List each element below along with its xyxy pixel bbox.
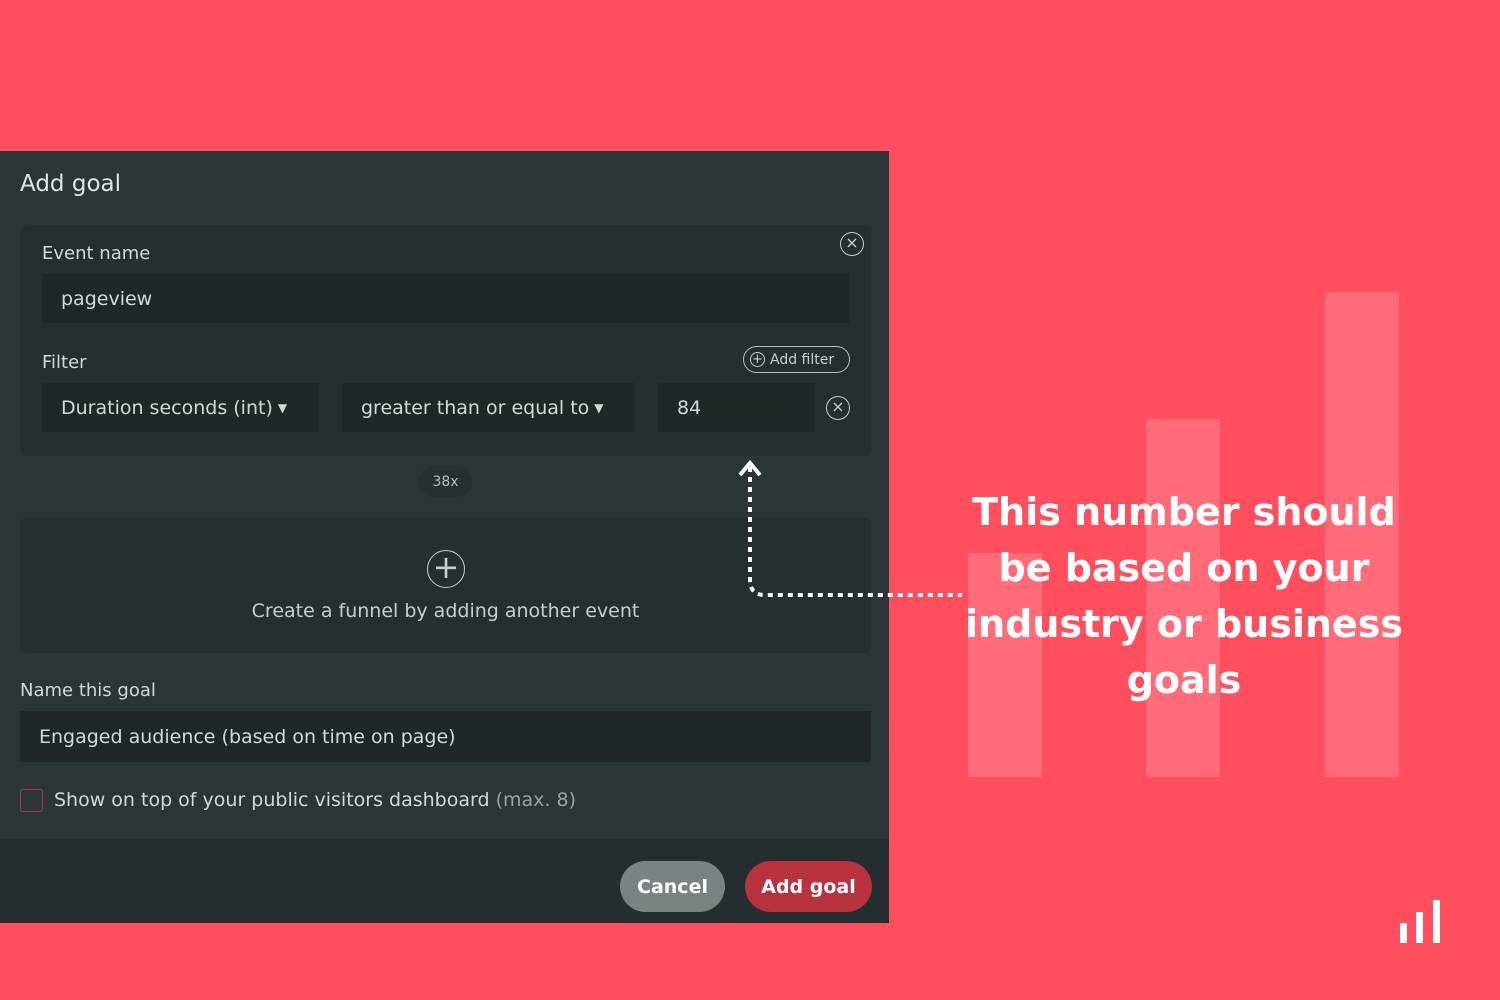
cancel-button[interactable]: Cancel (620, 861, 725, 912)
dialog-title: Add goal (20, 171, 121, 197)
goal-name-input[interactable]: Engaged audience (based on time on page) (20, 711, 871, 762)
event-card: × Event name pageview Filter + Add filter… (20, 225, 871, 456)
filter-operator-value: greater than or equal to (361, 396, 590, 419)
remove-filter-icon[interactable]: × (826, 396, 850, 420)
filter-operator-select[interactable]: greater than or equal to ▼ (342, 383, 635, 432)
logo-bars-icon (1400, 900, 1440, 943)
event-name-label: Event name (42, 243, 151, 264)
filter-label: Filter (42, 352, 87, 373)
count-badge: 38x (419, 466, 472, 497)
filter-value-input[interactable]: 84 (658, 383, 815, 432)
event-name-input[interactable]: pageview (42, 274, 849, 323)
show-on-top-label: Show on top of your public visitors dash… (54, 789, 576, 811)
goal-name-label: Name this goal (20, 680, 156, 701)
filter-property-value: Duration seconds (int) (61, 396, 273, 419)
remove-event-icon[interactable]: × (840, 232, 864, 256)
dotted-arrow (738, 459, 962, 597)
caret-down-icon: ▼ (277, 400, 288, 415)
annotation-text: This number should be based on your indu… (965, 490, 1403, 702)
add-goal-button[interactable]: Add goal (745, 861, 872, 912)
show-on-top-text: Show on top of your public visitors dash… (54, 789, 490, 811)
plus-circle-icon: + (427, 550, 465, 588)
show-on-top-hint: (max. 8) (495, 789, 576, 811)
plus-circle-icon: + (750, 352, 765, 367)
filter-property-select[interactable]: Duration seconds (int) ▼ (42, 383, 319, 432)
show-on-top-checkbox[interactable] (20, 789, 43, 812)
caret-down-icon: ▼ (594, 400, 604, 415)
add-filter-button[interactable]: + Add filter (743, 346, 850, 373)
add-filter-label: Add filter (770, 351, 835, 368)
